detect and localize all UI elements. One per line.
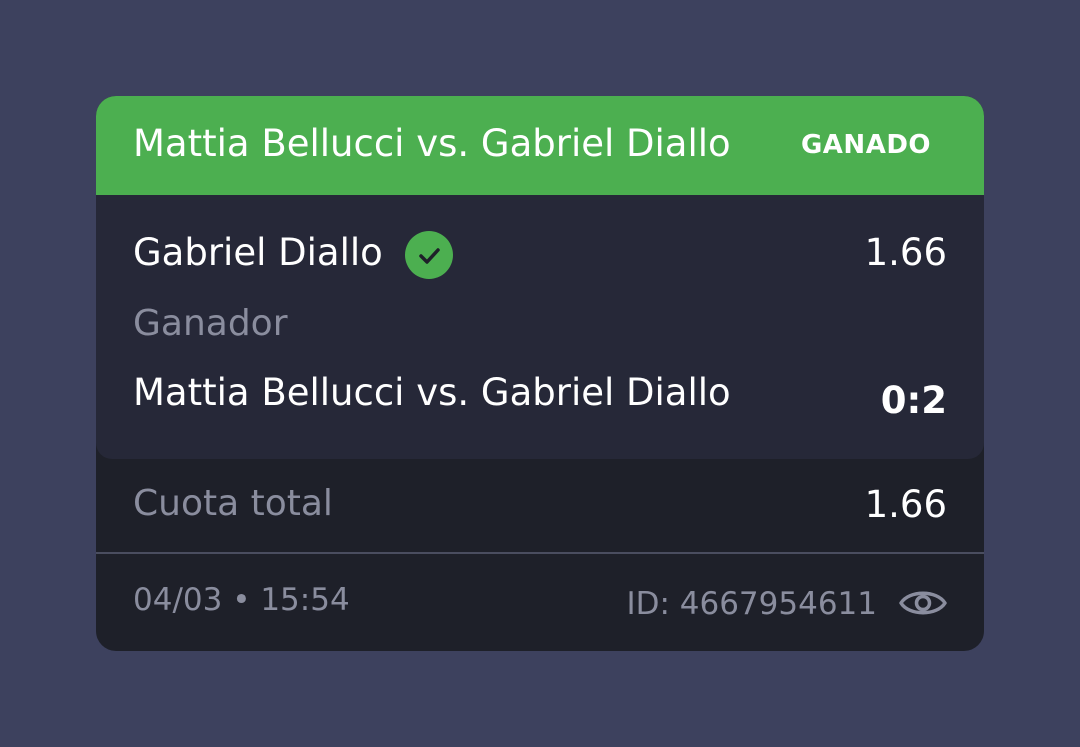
bet-card[interactable]: Mattia Bellucci vs. Gabriel Diallo GANAD… <box>96 96 984 651</box>
market-label: Ganador <box>133 303 288 344</box>
divider <box>96 552 984 554</box>
bet-header: Mattia Bellucci vs. Gabriel Diallo GANAD… <box>96 96 984 195</box>
event-name: Mattia Bellucci vs. Gabriel Diallo <box>133 371 731 414</box>
check-circle-icon <box>405 231 453 279</box>
status-badge: GANADO <box>800 130 931 160</box>
total-odds-label: Cuota total <box>133 483 333 524</box>
total-odds-value: 1.66 <box>864 483 947 526</box>
final-score: 0:2 <box>880 379 947 422</box>
match-title: Mattia Bellucci vs. Gabriel Diallo <box>133 122 731 165</box>
bet-datetime: 04/03 • 15:54 <box>133 582 350 618</box>
selection-panel: Gabriel Diallo 1.66 Ganador Mattia Bellu… <box>96 195 984 459</box>
selection-pick: Gabriel Diallo <box>133 231 383 274</box>
selection-odds: 1.66 <box>864 231 947 274</box>
bet-id: ID: 4667954611 <box>626 586 877 622</box>
eye-icon[interactable] <box>899 585 947 621</box>
